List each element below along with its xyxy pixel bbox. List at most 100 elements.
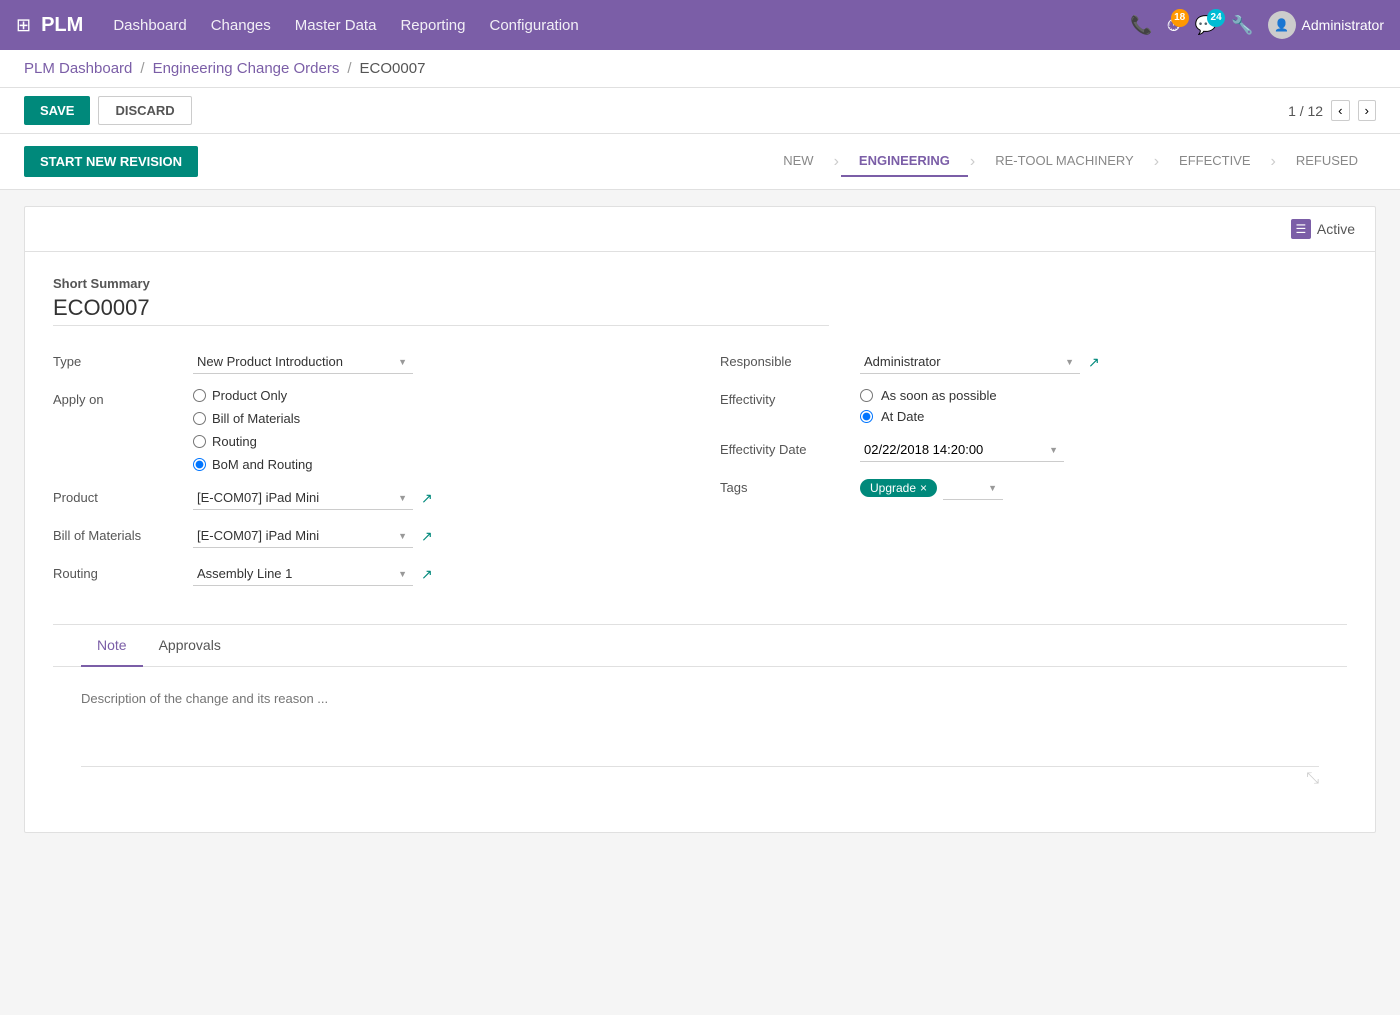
tag-upgrade-remove[interactable]: × xyxy=(920,481,927,495)
tags-row: Tags Upgrade × xyxy=(720,476,1347,500)
form-card: ☰ Active Short Summary Type xyxy=(24,206,1376,833)
stage-refused[interactable]: REFUSED xyxy=(1278,147,1376,177)
stage-engineering[interactable]: ENGINEERING xyxy=(841,147,968,177)
routing-row: Routing Assembly Line 1 ↗ xyxy=(53,562,680,586)
topnav-right: 📞 ⏱ 18 💬 24 🔧 👤 Administrator xyxy=(1130,11,1384,39)
stage-sep-4: › xyxy=(1269,147,1278,177)
radio-label-bom: Bill of Materials xyxy=(212,411,300,426)
action-bar: SAVE DISCARD 1 / 12 ‹ › xyxy=(0,88,1400,134)
stage-effective[interactable]: EFFECTIVE xyxy=(1161,147,1269,177)
responsible-row: Responsible Administrator ↗ xyxy=(720,350,1347,374)
pager-prev[interactable]: ‹ xyxy=(1331,100,1349,121)
stage-sep-2: › xyxy=(968,147,977,177)
effectivity-date-field xyxy=(860,438,1347,462)
nav-dashboard[interactable]: Dashboard xyxy=(113,13,186,38)
nav-reporting[interactable]: Reporting xyxy=(400,13,465,38)
activity-badge: 18 xyxy=(1171,9,1189,27)
breadcrumb-eco[interactable]: Engineering Change Orders xyxy=(153,60,340,77)
tabs-section: Note Approvals ⤡ xyxy=(53,624,1347,808)
routing-select[interactable]: Assembly Line 1 xyxy=(193,562,413,586)
tab-note[interactable]: Note xyxy=(81,625,143,667)
effectivity-date-wrapper xyxy=(860,438,1064,462)
apply-bill-of-materials[interactable]: Bill of Materials xyxy=(193,411,312,426)
effectivity-row: Effectivity As soon as possible At Date xyxy=(720,388,1347,424)
phone-icon[interactable]: 📞 xyxy=(1130,15,1152,36)
effectivity-at-date[interactable]: At Date xyxy=(860,409,997,424)
title-input[interactable] xyxy=(53,295,829,326)
admin-menu[interactable]: 👤 Administrator xyxy=(1268,11,1384,39)
type-row: Type New Product Introduction xyxy=(53,350,680,374)
stage-bar: START NEW REVISION NEW › ENGINEERING › R… xyxy=(0,134,1400,190)
grid-icon[interactable]: ⊞ xyxy=(16,15,31,36)
routing-external-link-icon[interactable]: ↗ xyxy=(421,566,433,583)
active-badge[interactable]: ☰ Active xyxy=(1291,219,1355,239)
tab-approvals[interactable]: Approvals xyxy=(143,625,237,667)
radio-at-date[interactable] xyxy=(860,410,873,423)
effectivity-date-row: Effectivity Date xyxy=(720,438,1347,462)
stage-retool[interactable]: RE-TOOL MACHINERY xyxy=(977,147,1151,177)
responsible-select-wrapper: Administrator xyxy=(860,350,1080,374)
effectivity-asap[interactable]: As soon as possible xyxy=(860,388,997,403)
radio-routing[interactable] xyxy=(193,435,206,448)
radio-asap[interactable] xyxy=(860,389,873,402)
apply-on-radio-group: Product Only Bill of Materials Routing xyxy=(193,388,312,472)
bom-external-link-icon[interactable]: ↗ xyxy=(421,528,433,545)
nav-configuration[interactable]: Configuration xyxy=(490,13,579,38)
apply-on-label: Apply on xyxy=(53,388,193,407)
apply-bom-and-routing[interactable]: BoM and Routing xyxy=(193,457,312,472)
form-right: Responsible Administrator ↗ Effe xyxy=(720,350,1347,600)
avatar: 👤 xyxy=(1268,11,1296,39)
tags-select[interactable] xyxy=(943,476,1003,500)
product-field: [E-COM07] iPad Mini ↗ xyxy=(193,486,680,510)
activity-icon[interactable]: ⏱ 18 xyxy=(1167,15,1181,36)
form-grid: Type New Product Introduction Apply on xyxy=(53,350,1347,600)
radio-bom[interactable] xyxy=(193,412,206,425)
stage-sep-1: › xyxy=(832,147,841,177)
discard-button[interactable]: DISCARD xyxy=(98,96,191,125)
tag-upgrade-label: Upgrade xyxy=(870,481,916,495)
tags-label: Tags xyxy=(720,476,860,495)
pager-count: 1 / 12 xyxy=(1288,103,1323,119)
responsible-field: Administrator ↗ xyxy=(860,350,1347,374)
apply-routing[interactable]: Routing xyxy=(193,434,312,449)
routing-select-wrapper: Assembly Line 1 xyxy=(193,562,413,586)
responsible-select[interactable]: Administrator xyxy=(860,350,1080,374)
new-revision-button[interactable]: START NEW REVISION xyxy=(24,146,198,177)
apply-product-only[interactable]: Product Only xyxy=(193,388,312,403)
type-select[interactable]: New Product Introduction xyxy=(193,350,413,374)
radio-label-routing: Routing xyxy=(212,434,257,449)
responsible-external-link-icon[interactable]: ↗ xyxy=(1088,354,1100,371)
message-badge: 24 xyxy=(1207,9,1225,27)
effectivity-date-input[interactable] xyxy=(860,438,1064,462)
bom-row: Bill of Materials [E-COM07] iPad Mini ↗ xyxy=(53,524,680,548)
nav-master-data[interactable]: Master Data xyxy=(295,13,377,38)
product-label: Product xyxy=(53,486,193,505)
short-summary-label: Short Summary xyxy=(53,276,1347,291)
save-button[interactable]: SAVE xyxy=(24,96,90,125)
breadcrumb-sep1: / xyxy=(140,60,144,77)
product-select[interactable]: [E-COM07] iPad Mini xyxy=(193,486,413,510)
radio-bom-routing[interactable] xyxy=(193,458,206,471)
message-icon[interactable]: 💬 24 xyxy=(1195,15,1217,36)
effectivity-label: Effectivity xyxy=(720,388,860,407)
radio-label-bom-routing: BoM and Routing xyxy=(212,457,312,472)
bom-select-wrapper: [E-COM07] iPad Mini xyxy=(193,524,413,548)
product-external-link-icon[interactable]: ↗ xyxy=(421,490,433,507)
tags-field: Upgrade × xyxy=(860,476,1347,500)
type-select-wrapper: New Product Introduction xyxy=(193,350,413,374)
routing-label: Routing xyxy=(53,562,193,581)
effectivity-asap-label: As soon as possible xyxy=(881,388,997,403)
note-textarea[interactable] xyxy=(81,687,1319,767)
pager-next[interactable]: › xyxy=(1358,100,1376,121)
tab-content-note: ⤡ xyxy=(53,667,1347,808)
resize-handle[interactable]: ⤡ xyxy=(81,770,1319,788)
radio-product-only[interactable] xyxy=(193,389,206,402)
settings-icon[interactable]: 🔧 xyxy=(1231,15,1253,36)
nav-changes[interactable]: Changes xyxy=(211,13,271,38)
bom-select[interactable]: [E-COM07] iPad Mini xyxy=(193,524,413,548)
admin-label: Administrator xyxy=(1302,17,1384,33)
breadcrumb-plm-dashboard[interactable]: PLM Dashboard xyxy=(24,60,132,77)
top-navigation: ⊞ PLM Dashboard Changes Master Data Repo… xyxy=(0,0,1400,50)
type-label: Type xyxy=(53,350,193,369)
stage-new[interactable]: NEW xyxy=(765,147,831,177)
